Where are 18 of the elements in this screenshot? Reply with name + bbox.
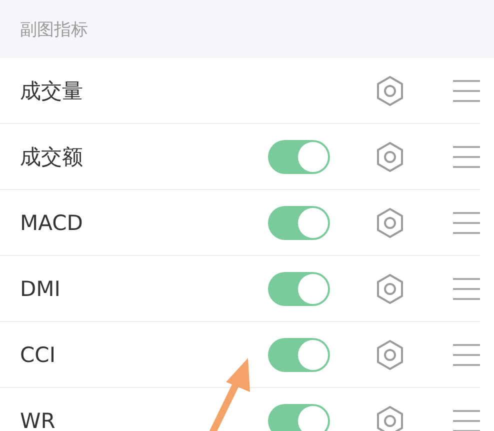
toggle-switch[interactable]: [268, 404, 330, 431]
toggle-switch[interactable]: [268, 206, 330, 240]
drag-handle-icon[interactable]: [453, 342, 480, 366]
drag-handle-icon[interactable]: [453, 210, 480, 234]
toggle-switch[interactable]: [268, 272, 330, 306]
toggle-switch[interactable]: [268, 338, 330, 372]
drag-handle-icon[interactable]: [453, 78, 480, 102]
section-title: 副图指标: [20, 18, 88, 40]
indicator-name: 成交量: [20, 78, 84, 104]
indicator-name: DMI: [20, 276, 62, 300]
indicator-name: MACD: [20, 210, 84, 234]
indicator-name: WR: [20, 408, 56, 431]
drag-handle-icon[interactable]: [453, 144, 480, 168]
indicator-name: CCI: [20, 342, 57, 366]
toggle-switch[interactable]: [268, 140, 330, 174]
indicator-name: 成交额: [20, 144, 84, 170]
drag-handle-icon[interactable]: [453, 276, 480, 300]
drag-handle-icon[interactable]: [453, 408, 480, 431]
